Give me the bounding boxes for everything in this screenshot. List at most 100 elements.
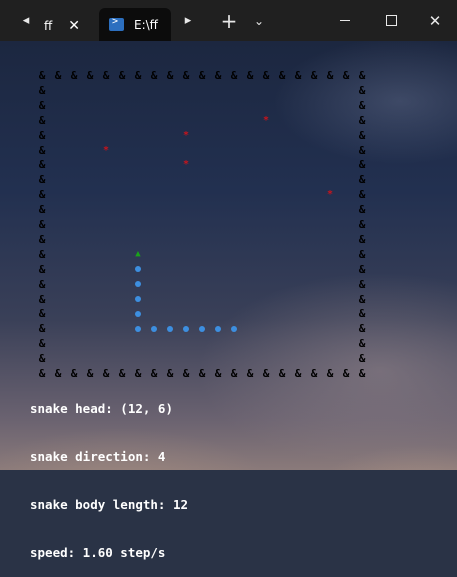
wall-cell: & — [38, 158, 46, 172]
wall-cell: & — [358, 143, 366, 157]
wall-cell: & — [278, 69, 286, 82]
wall-cell: & — [38, 113, 46, 127]
food-item: * — [182, 159, 190, 171]
snake-body-segment — [135, 325, 141, 332]
close-button[interactable]: ✕ — [420, 0, 450, 41]
wall-cell: & — [38, 322, 46, 336]
snake-body-segment — [199, 325, 205, 332]
snake-body-segment — [215, 325, 221, 332]
wall-cell: & — [358, 218, 366, 231]
wall-cell: & — [358, 322, 366, 336]
wall-cell: & — [150, 69, 158, 82]
wall-cell: & — [38, 232, 46, 246]
wall-cell: & — [54, 69, 62, 82]
snake-body-segment — [151, 325, 157, 332]
wall-cell: & — [262, 367, 270, 380]
wall-cell: & — [38, 128, 46, 142]
wall-cell: & — [198, 367, 206, 380]
snake-direction-readout: snake direction: 4 — [30, 449, 166, 464]
wall-cell: & — [294, 69, 302, 82]
snake-body-segment — [183, 325, 189, 332]
wall-cell: & — [230, 367, 238, 380]
wall-cell: & — [38, 352, 46, 366]
wall-cell: & — [38, 98, 46, 112]
wall-cell: & — [342, 69, 350, 82]
wall-cell: & — [310, 367, 318, 380]
wall-cell: & — [86, 69, 94, 82]
new-tab-button[interactable]: + — [218, 0, 240, 41]
wall-cell: & — [246, 69, 254, 82]
tab-active[interactable]: E:\ff — [99, 8, 171, 41]
wall-cell: & — [342, 367, 350, 380]
wall-cell: & — [214, 367, 222, 380]
wall-cell: & — [38, 69, 46, 82]
wall-cell: & — [182, 69, 190, 82]
wall-cell: & — [38, 262, 46, 276]
snake-body-segment — [167, 325, 173, 332]
wall-cell: & — [358, 337, 366, 351]
snake-body-segment — [231, 325, 237, 332]
powershell-icon — [109, 16, 124, 31]
wall-cell: & — [358, 188, 366, 202]
wall-cell: & — [326, 367, 334, 380]
minimize-button[interactable] — [330, 0, 360, 41]
snake-body-segment — [135, 310, 141, 317]
game-status: snake head: (12, 6) snake direction: 4 s… — [30, 369, 188, 577]
wall-cell: & — [358, 262, 366, 276]
wall-cell: & — [246, 367, 254, 380]
wall-cell: & — [358, 173, 366, 187]
wall-cell: & — [358, 307, 366, 321]
tab-close-icon[interactable]: ✕ — [68, 18, 80, 34]
wall-cell: & — [262, 69, 270, 82]
wall-cell: & — [198, 69, 206, 82]
wall-cell: & — [38, 247, 46, 261]
wall-cell: & — [326, 69, 334, 82]
scroll-tabs-right-icon[interactable]: ▸ — [180, 0, 196, 41]
wall-cell: & — [134, 69, 142, 82]
wall-cell: & — [358, 352, 366, 366]
wall-cell: & — [358, 232, 366, 246]
wall-cell: & — [294, 367, 302, 380]
food-item: * — [326, 189, 334, 201]
wall-cell: & — [358, 69, 366, 82]
wall-cell: & — [38, 188, 46, 202]
wall-cell: & — [358, 128, 366, 142]
tab-label: ff — [44, 18, 53, 33]
wall-cell: & — [358, 247, 366, 261]
wall-cell: & — [38, 277, 46, 291]
wall-cell: & — [310, 69, 318, 82]
wall-cell: & — [358, 83, 366, 97]
wall-cell: & — [38, 143, 46, 157]
scroll-tabs-left-icon[interactable]: ◂ — [18, 0, 34, 41]
wall-cell: & — [38, 83, 46, 97]
wall-cell: & — [230, 69, 238, 82]
wall-cell: & — [358, 158, 366, 172]
wall-cell: & — [278, 367, 286, 380]
wall-cell: & — [358, 292, 366, 306]
wall-cell: & — [358, 367, 366, 380]
wall-cell: & — [38, 307, 46, 321]
wall-cell: & — [38, 292, 46, 306]
food-item: * — [182, 129, 190, 141]
wall-cell: & — [358, 203, 366, 217]
wall-cell: & — [38, 337, 46, 351]
wall-cell: & — [38, 173, 46, 187]
wall-cell: & — [358, 113, 366, 127]
wall-cell: & — [358, 277, 366, 291]
wall-cell: & — [118, 69, 126, 82]
wall-cell: & — [358, 98, 366, 112]
snake-head: ▲ — [135, 248, 141, 259]
tab-dropdown-chevron-down-icon[interactable]: ⌄ — [250, 0, 268, 41]
snake-body-segment — [135, 296, 141, 302]
wall-cell: & — [70, 69, 78, 82]
snake-head-readout: snake head: (12, 6) — [30, 401, 173, 416]
food-item: * — [262, 114, 270, 126]
wall-cell: & — [38, 218, 46, 231]
maximize-button[interactable] — [376, 0, 406, 41]
tab-label: E:\ff — [134, 17, 158, 32]
food-item: * — [102, 144, 110, 156]
tab-inactive[interactable]: ff ✕ — [36, 10, 94, 41]
speed-readout: speed: 1.60 step/s — [30, 545, 166, 560]
wall-cell: & — [166, 69, 174, 82]
wall-cell: & — [214, 69, 222, 82]
